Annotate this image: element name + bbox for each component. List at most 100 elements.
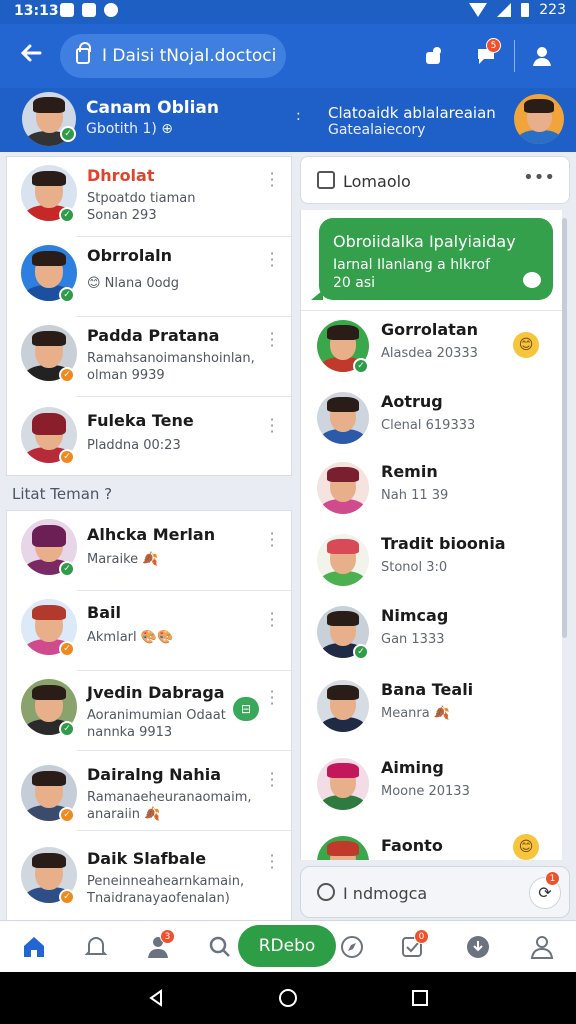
message-input[interactable]: I ndmogca ⟳ 1 xyxy=(300,866,570,918)
system-nav-bar xyxy=(0,972,576,1024)
list-item[interactable]: ✓ Gorrolatan Alasdea 20333 😊 xyxy=(301,312,562,384)
avatar xyxy=(317,462,369,514)
more-vert-icon[interactable]: · · · xyxy=(269,606,275,634)
app-root: 13:13 223 I Daisi tNojal.doctoci 5 ✓ Can… xyxy=(0,0,576,1024)
chat-notification-icon[interactable]: 5 xyxy=(470,38,502,72)
more-horiz-icon[interactable]: ••• xyxy=(523,167,555,188)
battery-icon xyxy=(521,3,530,17)
chat-badge: 5 xyxy=(486,38,501,53)
list-item[interactable]: ✓ Daik Slafbale Peneinneahearnkamain, Tna… xyxy=(7,831,293,911)
more-vert-icon[interactable]: · · · xyxy=(269,848,275,876)
list-item[interactable]: ✓ Jvedin Dabraga Aoranimumian Odaat nannk… xyxy=(7,671,293,751)
more-vert-icon[interactable]: · · · xyxy=(269,326,275,354)
search-icon xyxy=(317,883,335,901)
list-item[interactable]: Bana Teali Meanra 🍂 xyxy=(301,672,562,744)
list-item[interactable]: Faonto 😊 xyxy=(301,828,562,860)
list-item[interactable]: ✓ Obrrolaln 😊 Nlana 0odg · · · xyxy=(7,237,293,317)
compass-icon[interactable] xyxy=(338,933,366,961)
smiley-icon: 😊 xyxy=(513,332,539,358)
recents-icon[interactable] xyxy=(410,988,430,1008)
right-panel-header[interactable]: Lomaolo ••• xyxy=(300,156,570,204)
list-item[interactable]: ✓ Dhrolat Stpoatdo tiaman Sonan 293 · · · xyxy=(7,157,293,237)
list-item[interactable]: Aotrug Clenal 619333 xyxy=(301,384,562,456)
chip-icon[interactable]: ⊟ xyxy=(233,697,259,721)
drive-icon xyxy=(82,3,96,17)
avatar xyxy=(317,534,369,586)
more-vert-icon[interactable]: · · · xyxy=(269,166,275,194)
more-vert-icon[interactable]: · · · xyxy=(269,766,275,794)
bell-icon[interactable] xyxy=(82,933,110,961)
avatar xyxy=(514,94,564,144)
signal-icon xyxy=(497,3,512,17)
status-right: 223 xyxy=(469,2,566,18)
message-preview: Alasdea 20333 xyxy=(381,346,478,361)
more-vert-icon[interactable]: · · · xyxy=(269,526,275,554)
download-icon[interactable] xyxy=(464,933,492,961)
list-item[interactable]: Remin Nah 11 39 xyxy=(301,454,562,526)
wifi-icon xyxy=(469,3,488,17)
back-icon[interactable] xyxy=(146,988,166,1008)
message-preview: Clenal 619333 xyxy=(381,418,476,433)
account-icon[interactable] xyxy=(526,40,558,72)
message-preview: Meanra 🍂 xyxy=(381,706,451,721)
more-vert-icon[interactable]: · · · xyxy=(269,246,275,274)
contact-name: Alhcka Merlan xyxy=(87,525,216,544)
heart-icon xyxy=(523,272,541,288)
message-preview: Gan 1333 xyxy=(381,632,445,647)
message-preview: Pladdna 00:23 xyxy=(87,438,181,453)
list-item[interactable]: Aiming Moone 20133 xyxy=(301,750,562,822)
chat-list-bottom: ✓ Alhcka Merlan Maraike 🍂 · · · ✓ Bail Akm… xyxy=(6,510,293,920)
smiley-icon: 😊 xyxy=(513,834,539,860)
contact-name: Aotrug xyxy=(381,392,443,411)
avatar xyxy=(317,680,369,732)
more-vert-icon[interactable]: · · · xyxy=(269,684,275,712)
more-vert-icon[interactable]: · · · xyxy=(269,412,275,440)
checkbox-icon[interactable]: 0 xyxy=(398,929,429,961)
home-icon[interactable] xyxy=(20,933,48,961)
profile-header[interactable]: ✓ Canam Oblian Gbotith 1) ⊕ : Clatoaidk … xyxy=(0,88,576,152)
search-text: I Daisi tNojal.doctoci xyxy=(102,46,277,66)
online-status-icon: ✓ xyxy=(59,721,75,737)
list-item[interactable]: ✓ Alhcka Merlan Maraike 🍂 · · · xyxy=(7,511,293,591)
profile-icon[interactable] xyxy=(528,933,556,961)
reboot-button[interactable]: RDebo xyxy=(238,925,336,967)
separator-dots: : xyxy=(296,108,301,124)
away-status-icon: ✓ xyxy=(59,367,75,383)
list-item[interactable]: ✓ Fuleka Tene Pladdna 00:23 · · · xyxy=(7,397,293,477)
bottom-nav: 3 RDebo 0 xyxy=(0,920,576,972)
section-label: Litat Teman ? xyxy=(12,485,113,503)
top-bar: I Daisi tNojal.doctoci 5 xyxy=(0,24,576,88)
bubble-text: Iarnal Ilanlang a hlkrof 20 asi xyxy=(333,257,491,291)
back-arrow-icon[interactable] xyxy=(18,40,48,70)
list-item[interactable]: ✓ Nimcag Gan 1333 xyxy=(301,598,562,670)
contact-name: Gorrolatan xyxy=(381,320,479,339)
divider xyxy=(301,310,562,311)
profile-name: Canam Oblian xyxy=(86,98,220,118)
away-status-icon: ✓ xyxy=(59,807,75,823)
list-item[interactable]: ✓ Padda Pratana Ramahsanoimanshoinlan, ol… xyxy=(7,317,293,397)
people-icon[interactable]: 3 xyxy=(144,929,175,961)
profile-status: Gbotith 1) ⊕ xyxy=(86,121,174,137)
profile-right-title: Clatoaidk ablalareaian xyxy=(328,104,496,122)
contact-name: Bail xyxy=(87,603,121,622)
contact-name: Faonto xyxy=(381,836,443,855)
scrollbar[interactable] xyxy=(562,218,567,638)
home-circle-icon[interactable] xyxy=(278,988,298,1008)
contact-name: Nimcag xyxy=(381,606,449,625)
people-badge: 3 xyxy=(160,929,175,944)
contact-name: Dhrolat xyxy=(87,166,155,185)
search-icon[interactable] xyxy=(206,933,234,961)
online-status-icon: ✓ xyxy=(59,287,75,303)
list-item[interactable]: ✓ Dairalng Nahia Ramanaeheuranaomaim, ana… xyxy=(7,751,293,831)
input-placeholder: I ndmogca xyxy=(343,884,428,903)
message-preview: 😊 Nlana 0odg xyxy=(87,276,180,291)
online-status-icon: ✓ xyxy=(353,644,369,660)
list-item[interactable]: ✓ Bail Akmlarl 🎨🎨 · · · xyxy=(7,591,293,671)
conversation-list: Obroiidalka Ipalyiaiday Iarnal Ilanlang … xyxy=(300,210,562,860)
away-status-icon: ✓ xyxy=(59,641,75,657)
search-input[interactable]: I Daisi tNojal.doctoci xyxy=(60,34,286,78)
person-add-icon[interactable] xyxy=(418,40,450,72)
compose-badge: 1 xyxy=(545,871,560,886)
list-item[interactable]: Tradit bioonia Stonol 3:0 xyxy=(301,526,562,598)
message-bubble[interactable]: Obroiidalka Ipalyiaiday Iarnal Ilanlang … xyxy=(311,218,553,300)
